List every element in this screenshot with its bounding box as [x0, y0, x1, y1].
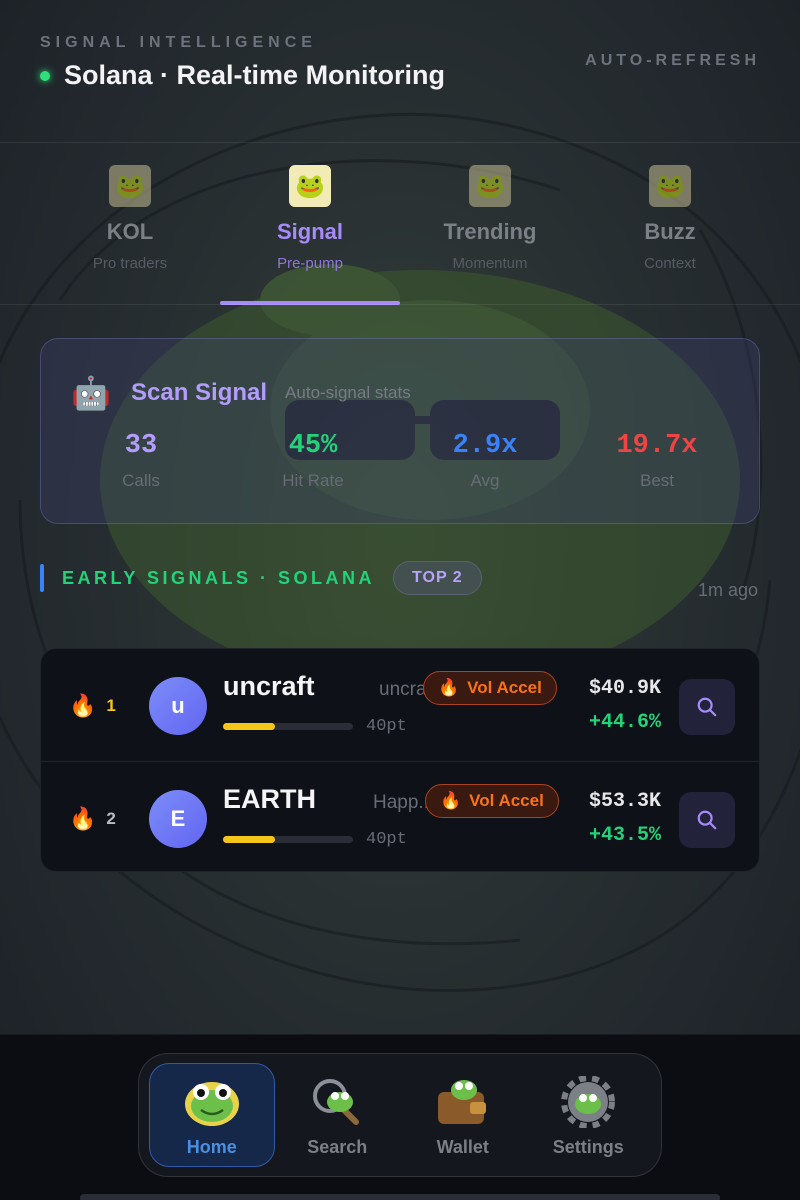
- tab-bar: Home Search Wallet Settings: [138, 1053, 662, 1177]
- tag-label: Vol Accel: [467, 678, 542, 697]
- frog-face-icon: [183, 1073, 241, 1131]
- search-token-button[interactable]: [679, 792, 735, 848]
- stat-avg: 2.9x Avg: [399, 431, 571, 491]
- rank: 🔥 1: [69, 693, 116, 719]
- frog-gear-icon: [559, 1073, 617, 1131]
- section-accent-bar: [40, 564, 44, 592]
- tag-label: Vol Accel: [469, 791, 544, 810]
- top-count-badge: TOP 2: [393, 561, 482, 595]
- frog-confetti-icon: 🐸: [649, 165, 691, 207]
- vol-accel-tag: 🔥 Vol Accel: [423, 671, 557, 705]
- frog-magnifier-icon: [308, 1073, 366, 1131]
- robot-icon: 🤖: [71, 375, 111, 411]
- stat-value: 19.7x: [616, 431, 698, 461]
- nav-wallet[interactable]: Wallet: [400, 1063, 526, 1167]
- fire-icon: 🔥: [69, 806, 97, 831]
- header-kicker: SIGNAL INTELLIGENCE: [40, 34, 317, 51]
- stat-label: Calls: [122, 471, 160, 490]
- fire-icon: 🔥: [438, 678, 460, 697]
- tab-sublabel: Pro traders: [92, 255, 168, 272]
- frog-running-icon: 🐸: [469, 165, 511, 207]
- stat-hit-rate: 45% Hit Rate: [227, 431, 399, 491]
- home-indicator: [80, 1194, 720, 1200]
- signal-row[interactable]: 🔥 1 u uncraft uncraft 40pt 🔥 Vol Accel $4…: [41, 649, 759, 761]
- fire-icon: 🔥: [69, 693, 97, 718]
- scan-card-subtitle: Auto-signal stats: [285, 383, 411, 402]
- nav-label: Search: [307, 1136, 368, 1157]
- score-bar-fill: [223, 723, 275, 730]
- last-updated: 1m ago: [697, 580, 758, 600]
- tab-kol[interactable]: 🐸 KOL Pro traders: [40, 165, 220, 305]
- score-bar: [223, 836, 353, 843]
- price-change: +43.5%: [588, 824, 661, 847]
- nav-search[interactable]: Search: [275, 1063, 401, 1167]
- score-bar-fill: [223, 836, 275, 843]
- stat-value: 33: [124, 431, 158, 461]
- stat-label: Hit Rate: [282, 471, 344, 490]
- nav-home[interactable]: Home: [149, 1063, 275, 1167]
- category-tabs: 🐸 KOL Pro traders 🐸 Signal Pre-pump 🐸 Tr…: [40, 165, 760, 305]
- tab-signal[interactable]: 🐸 Signal Pre-pump: [220, 165, 400, 305]
- signals-list: 🔥 1 u uncraft uncraft 40pt 🔥 Vol Accel $4…: [40, 648, 760, 872]
- nav-settings[interactable]: Settings: [526, 1063, 652, 1167]
- bottom-navigation-bar: Home Search Wallet Settings: [0, 1034, 800, 1200]
- scan-signal-card: 🤖 Scan Signal Auto-signal stats 33 Calls…: [40, 338, 760, 524]
- score-points: 40pt: [366, 830, 407, 849]
- section-header: EARLY SIGNALS · SOLANA TOP 2: [40, 558, 760, 598]
- token-name: uncraft: [223, 671, 315, 701]
- score-points: 40pt: [366, 717, 407, 736]
- frog-pointing-icon: 🐸: [109, 165, 151, 207]
- tab-buzz[interactable]: 🐸 Buzz Context: [580, 165, 760, 305]
- page-title: Solana · Real-time Monitoring: [64, 60, 446, 90]
- signal-row[interactable]: 🔥 2 E EARTH Happ... 40pt 🔥 Vol Accel $53.…: [41, 761, 759, 871]
- frog-wallet-icon: [434, 1073, 492, 1131]
- market-cap: $40.9K: [588, 677, 661, 700]
- fire-icon: 🔥: [440, 791, 462, 810]
- stat-label: Best: [639, 471, 675, 490]
- tab-sublabel: Pre-pump: [277, 255, 343, 272]
- stat-value: 45%: [288, 431, 338, 461]
- divider: [0, 304, 800, 305]
- rank-number: 2: [106, 809, 116, 828]
- tab-sublabel: Momentum: [452, 255, 528, 272]
- search-token-button[interactable]: [679, 679, 735, 735]
- nav-label: Settings: [552, 1136, 624, 1157]
- token-avatar: u: [149, 677, 207, 735]
- nav-label: Wallet: [436, 1136, 489, 1157]
- tab-label: Signal: [276, 219, 343, 244]
- scan-card-header: 🤖 Scan Signal Auto-signal stats: [71, 373, 411, 413]
- tab-label: Trending: [443, 219, 537, 244]
- price-change: +44.6%: [588, 711, 661, 734]
- market-cap: $53.3K: [588, 790, 661, 813]
- token-avatar: E: [149, 790, 207, 848]
- tab-sublabel: Context: [644, 255, 696, 272]
- frog-signal-icon: 🐸: [289, 165, 331, 207]
- nav-label: Home: [186, 1136, 237, 1157]
- stat-value: 2.9x: [452, 431, 518, 461]
- stat-calls: 33 Calls: [55, 431, 227, 491]
- rank: 🔥 2: [69, 806, 116, 832]
- score-bar: [223, 723, 353, 730]
- search-icon: [697, 810, 717, 830]
- auto-refresh-label[interactable]: AUTO-REFRESH: [585, 52, 760, 70]
- token-name: EARTH: [223, 784, 316, 814]
- scan-stats: 33 Calls 45% Hit Rate 2.9x Avg 19.7x Bes…: [55, 431, 745, 491]
- section-title: EARLY SIGNALS · SOLANA: [62, 567, 376, 588]
- search-icon: [697, 697, 717, 717]
- divider: [0, 142, 800, 143]
- stat-label: Avg: [470, 471, 500, 490]
- scan-card-title: Scan Signal: [131, 379, 268, 406]
- tab-trending[interactable]: 🐸 Trending Momentum: [400, 165, 580, 305]
- stat-best: 19.7x Best: [571, 431, 743, 491]
- page-header: SIGNAL INTELLIGENCE Solana · Real-time M…: [40, 34, 760, 104]
- live-status-dot: [40, 70, 50, 81]
- vol-accel-tag: 🔥 Vol Accel: [425, 784, 559, 818]
- tab-label: Buzz: [644, 219, 696, 244]
- rank-number: 1: [106, 696, 116, 715]
- tab-label: KOL: [106, 219, 154, 244]
